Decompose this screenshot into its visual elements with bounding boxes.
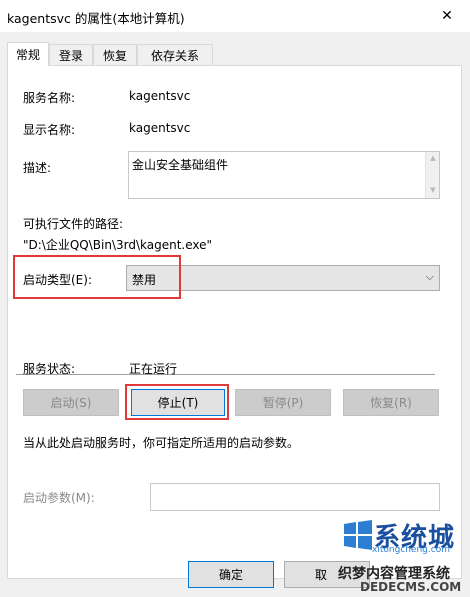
ok-button[interactable]: 确定	[188, 561, 274, 588]
description-label: 描述:	[23, 161, 52, 175]
start-params-input[interactable]	[150, 483, 440, 511]
description-text: 金山安全基础组件	[132, 158, 229, 172]
start-button[interactable]: 启动(S)	[23, 389, 119, 416]
start-button-label: 启动(S)	[50, 396, 92, 410]
watermark-cms-url: DEDECMS.COM	[360, 580, 462, 594]
service-name-label: 服务名称:	[23, 91, 76, 105]
chevron-down-icon: ⌵	[425, 270, 434, 283]
resume-button-label: 恢复(R)	[370, 396, 412, 410]
start-params-hint: 当从此处启动服务时，你可指定所适用的启动参数。	[23, 436, 300, 450]
service-name-value: kagentsvc	[129, 89, 191, 103]
tab-recovery[interactable]: 恢复	[93, 44, 137, 65]
title-bar: kagentsvc 的属性(本地计算机) ✕	[0, 0, 470, 32]
scroll-up-icon[interactable]: ▲	[426, 154, 440, 162]
watermark-url: xitongcheng.com	[372, 545, 450, 555]
description-field[interactable]: 金山安全基础组件 ▲ ▼	[128, 151, 440, 199]
general-panel: 服务名称: kagentsvc 显示名称: kagentsvc 描述: 金山安全…	[7, 65, 462, 579]
highlight-box-stop	[125, 384, 229, 420]
pause-button-label: 暂停(P)	[262, 396, 304, 410]
tab-general[interactable]: 常规	[7, 42, 49, 66]
tab-logon[interactable]: 登录	[49, 44, 93, 65]
ok-button-label: 确定	[218, 568, 243, 582]
section-divider	[16, 374, 435, 375]
cancel-button-label: 取	[315, 568, 328, 582]
service-status-label: 服务状态:	[23, 362, 76, 376]
exe-path-label: 可执行文件的路径:	[23, 217, 124, 231]
watermark: 系统城 xitongcheng.com 织梦内容管理系统 DEDECMS.COM	[338, 513, 470, 597]
close-button[interactable]: ✕	[424, 0, 470, 32]
tab-dependencies[interactable]: 依存关系	[137, 44, 213, 65]
pause-button[interactable]: 暂停(P)	[235, 389, 331, 416]
display-name-label: 显示名称:	[23, 123, 76, 137]
tab-label: 依存关系	[150, 48, 199, 63]
highlight-box-startup-label	[13, 255, 181, 299]
service-status-value: 正在运行	[129, 362, 178, 376]
description-scrollbar[interactable]: ▲ ▼	[425, 152, 439, 198]
window-title: kagentsvc 的属性(本地计算机)	[7, 11, 185, 26]
start-params-label: 启动参数(M):	[23, 491, 95, 505]
scroll-down-icon[interactable]: ▼	[426, 186, 440, 194]
resume-button[interactable]: 恢复(R)	[343, 389, 439, 416]
tab-label: 常规	[15, 48, 40, 62]
exe-path-value: "D:\企业QQ\Bin\3rd\kagent.exe"	[23, 238, 213, 252]
display-name-value: kagentsvc	[129, 121, 191, 135]
tab-label: 恢复	[102, 48, 127, 63]
close-icon: ✕	[441, 8, 453, 24]
tab-label: 登录	[58, 48, 83, 63]
windows-logo-icon	[344, 520, 372, 550]
